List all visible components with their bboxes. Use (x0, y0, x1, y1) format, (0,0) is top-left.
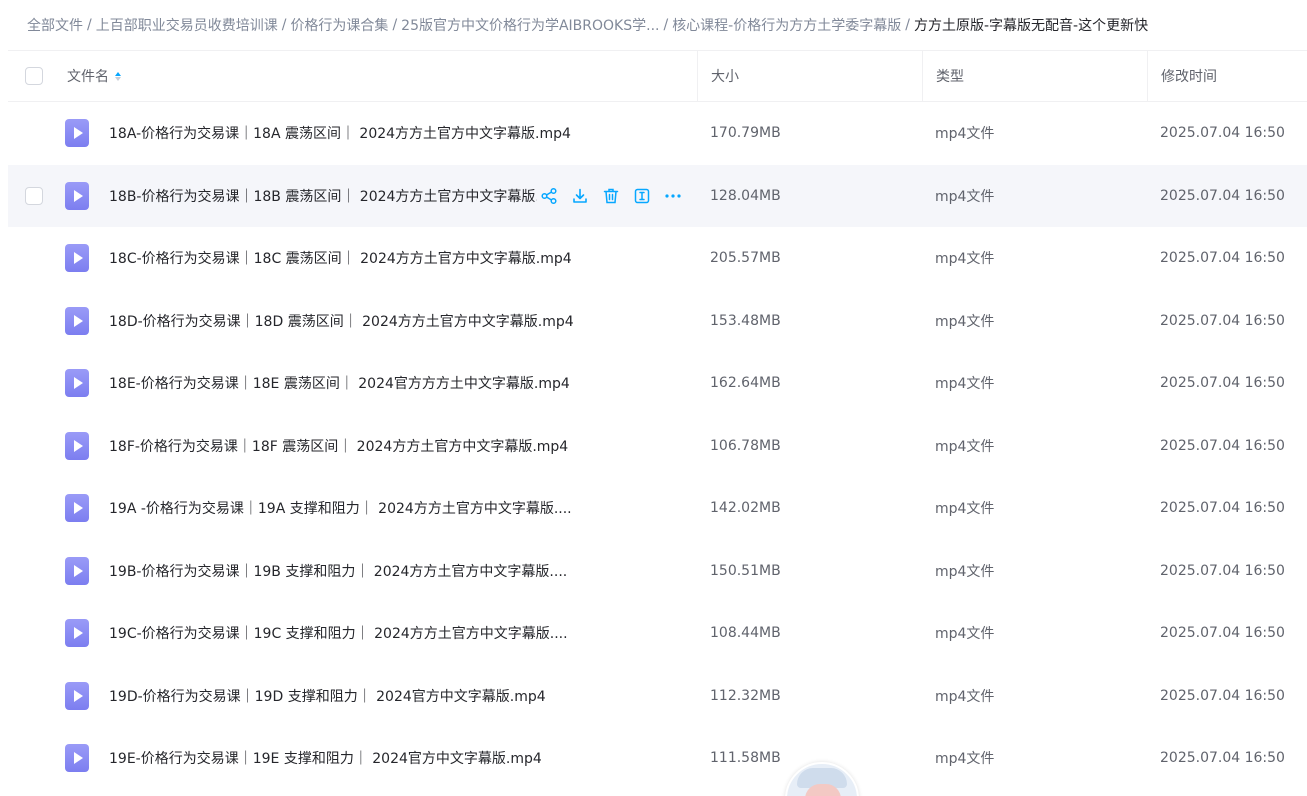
file-type: mp4文件 (935, 376, 995, 393)
breadcrumb-separator: / (281, 17, 287, 33)
file-type: mp4文件 (935, 438, 995, 455)
file-size: 111.58MB (710, 750, 781, 767)
video-file-icon (65, 227, 89, 290)
file-name[interactable]: 18D-价格行为交易课｜18D 震荡区间｜ 2024方方土官方中文字幕版.mp4 (109, 290, 599, 353)
file-type: mp4文件 (935, 501, 995, 518)
file-browser: 全部文件 / 上百部职业交易员收费培训课 / 价格行为课合集/25版官方中文价格行为学A… (0, 0, 1307, 796)
file-size: 128.04MB (710, 187, 781, 204)
file-size: 170.79MB (710, 125, 781, 142)
video-file-icon (65, 290, 89, 353)
table-row[interactable]: 18C-价格行为交易课｜18C 震荡区间｜ 2024方方土官方中文字幕版.mp4… (8, 227, 1307, 290)
row-checkbox[interactable] (25, 165, 43, 228)
table-row[interactable]: 19D-价格行为交易课｜19D 支撑和阻力｜ 2024官方中文字幕版.mp4 11… (8, 665, 1307, 728)
row-actions (540, 165, 682, 228)
breadcrumb-link[interactable]: 上百部职业交易员收费培训课 (96, 15, 278, 35)
header-size[interactable]: 大小 (697, 51, 922, 101)
file-type: mp4文件 (935, 626, 995, 643)
breadcrumb-current: 方方土原版-字幕版无配音-这个更新快 (913, 18, 1149, 34)
table-row[interactable]: 18E-价格行为交易课｜18E 震荡区间｜ 2024官方方方土中文字幕版.mp4… (8, 352, 1307, 415)
download-icon[interactable] (571, 187, 589, 205)
table-row[interactable]: 19E-价格行为交易课｜19E 支撑和阻力｜ 2024官方中文字幕版.mp4 11… (8, 727, 1307, 790)
video-file-icon (65, 102, 89, 165)
video-file-icon (65, 540, 89, 603)
file-name[interactable]: 19B-价格行为交易课｜19B 支撑和阻力｜ 2024方方土官方中文字幕版...… (109, 540, 599, 603)
table-row[interactable]: 18F-价格行为交易课｜18F 震荡区间｜ 2024方方土官方中文字幕版.mp4… (8, 415, 1307, 478)
file-size: 205.57MB (710, 250, 781, 267)
modified-time: 2025.07.04 16:50 (1160, 750, 1285, 767)
modified-time: 2025.07.04 16:50 (1160, 312, 1285, 329)
file-size: 162.64MB (710, 375, 781, 392)
file-name[interactable]: 19E-价格行为交易课｜19E 支撑和阻力｜ 2024官方中文字幕版.mp4 (109, 727, 599, 790)
file-type: mp4文件 (935, 313, 995, 330)
header-type[interactable]: 类型 (922, 51, 1147, 101)
file-size: 142.02MB (710, 500, 781, 517)
modified-time: 2025.07.04 16:50 (1160, 687, 1285, 704)
table-body: 18A-价格行为交易课｜18A 震荡区间｜ 2024方方土官方中文字幕版.mp4… (8, 102, 1307, 790)
table-header: 文件名 大小 类型 修改时间 (8, 50, 1307, 102)
file-type: mp4文件 (935, 251, 995, 268)
table-row[interactable]: 19B-价格行为交易课｜19B 支撑和阻力｜ 2024方方土官方中文字幕版...… (8, 540, 1307, 603)
header-time[interactable]: 修改时间 (1147, 51, 1307, 101)
header-name-label: 文件名 (67, 69, 109, 85)
breadcrumb-separator: / (392, 17, 398, 33)
breadcrumb-link[interactable]: 核心课程-价格行为方方土学委字幕版 (672, 15, 901, 35)
modified-time: 2025.07.04 16:50 (1160, 562, 1285, 579)
file-type: mp4文件 (935, 188, 995, 205)
modified-time: 2025.07.04 16:50 (1160, 437, 1285, 454)
file-type: mp4文件 (935, 126, 995, 143)
breadcrumb-link[interactable]: 25版官方中文价格行为学AIBROOKS学... (401, 15, 659, 35)
file-table: 文件名 大小 类型 修改时间 18A-价格行为交易课｜18A 震荡区间｜ 202… (8, 50, 1307, 790)
table-row[interactable]: 18D-价格行为交易课｜18D 震荡区间｜ 2024方方土官方中文字幕版.mp4… (8, 290, 1307, 353)
table-row[interactable]: 19A -价格行为交易课｜19A 支撑和阻力｜ 2024方方土官方中文字幕版..… (8, 477, 1307, 540)
more-icon[interactable] (664, 187, 682, 205)
share-icon[interactable] (540, 187, 558, 205)
file-type: mp4文件 (935, 688, 995, 705)
breadcrumb-separator: / (663, 17, 669, 33)
breadcrumb-separator: / (87, 17, 92, 33)
file-name[interactable]: 18C-价格行为交易课｜18C 震荡区间｜ 2024方方土官方中文字幕版.mp4 (109, 227, 599, 290)
video-file-icon (65, 352, 89, 415)
header-name[interactable]: 文件名 (67, 51, 697, 101)
file-size: 112.32MB (710, 687, 781, 704)
modified-time: 2025.07.04 16:50 (1160, 375, 1285, 392)
modified-time: 2025.07.04 16:50 (1160, 500, 1285, 517)
video-file-icon (65, 415, 89, 478)
modified-time: 2025.07.04 16:50 (1160, 187, 1285, 204)
table-row[interactable]: 19C-价格行为交易课｜19C 支撑和阻力｜ 2024方方土官方中文字幕版...… (8, 602, 1307, 665)
video-file-icon (65, 477, 89, 540)
file-size: 106.78MB (710, 437, 781, 454)
file-type: mp4文件 (935, 563, 995, 580)
file-size: 150.51MB (710, 562, 781, 579)
modified-time: 2025.07.04 16:50 (1160, 625, 1285, 642)
table-row[interactable]: 18B-价格行为交易课｜18B 震荡区间｜ 2024方方土官方中文字幕版.mp4… (8, 164, 1307, 228)
rename-icon[interactable] (633, 187, 651, 205)
breadcrumb: 全部文件 / 上百部职业交易员收费培训课 / 价格行为课合集/25版官方中文价格行为学A… (8, 0, 1307, 50)
video-file-icon (65, 165, 89, 228)
video-file-icon (65, 665, 89, 728)
file-name[interactable]: 19A -价格行为交易课｜19A 支撑和阻力｜ 2024方方土官方中文字幕版..… (109, 477, 599, 540)
file-name[interactable]: 19C-价格行为交易课｜19C 支撑和阻力｜ 2024方方土官方中文字幕版...… (109, 602, 599, 665)
breadcrumb-link[interactable]: 价格行为课合集 (290, 15, 388, 35)
modified-time: 2025.07.04 16:50 (1160, 125, 1285, 142)
delete-icon[interactable] (602, 187, 620, 205)
file-name[interactable]: 19D-价格行为交易课｜19D 支撑和阻力｜ 2024官方中文字幕版.mp4 (109, 665, 599, 728)
file-size: 153.48MB (710, 312, 781, 329)
sort-icon[interactable] (115, 71, 121, 81)
file-size: 108.44MB (710, 625, 781, 642)
video-file-icon (65, 727, 89, 790)
breadcrumb-separator: / (905, 17, 910, 33)
file-name[interactable]: 18F-价格行为交易课｜18F 震荡区间｜ 2024方方土官方中文字幕版.mp4 (109, 415, 599, 478)
video-file-icon (65, 602, 89, 665)
file-name[interactable]: 18B-价格行为交易课｜18B 震荡区间｜ 2024方方土官方中文字幕版.mp4 (109, 165, 537, 228)
file-name[interactable]: 18A-价格行为交易课｜18A 震荡区间｜ 2024方方土官方中文字幕版.mp4 (109, 102, 599, 165)
breadcrumb-link[interactable]: 全部文件 (27, 15, 83, 35)
file-name[interactable]: 18E-价格行为交易课｜18E 震荡区间｜ 2024官方方方土中文字幕版.mp4 (109, 352, 599, 415)
modified-time: 2025.07.04 16:50 (1160, 250, 1285, 267)
file-type: mp4文件 (935, 751, 995, 768)
select-all-checkbox[interactable] (25, 51, 43, 101)
table-row[interactable]: 18A-价格行为交易课｜18A 震荡区间｜ 2024方方土官方中文字幕版.mp4… (8, 102, 1307, 165)
